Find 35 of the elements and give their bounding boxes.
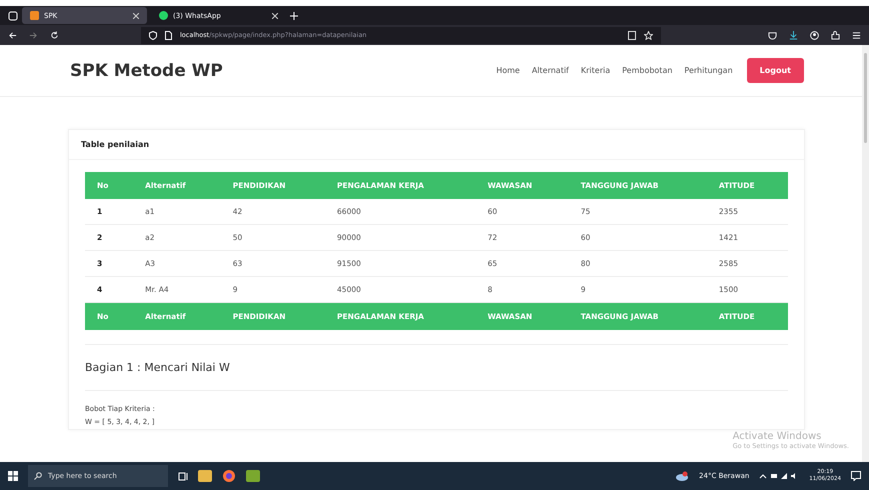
close-icon[interactable] [133, 12, 139, 18]
search-icon [34, 472, 42, 480]
card-title: Table penilaian [69, 130, 804, 160]
notification-icon[interactable] [851, 471, 861, 481]
account-icon[interactable] [810, 30, 819, 40]
task-view-icon[interactable] [178, 472, 188, 480]
forward-icon[interactable] [29, 30, 38, 40]
nav-link[interactable]: Pembobotan [622, 66, 672, 75]
download-icon[interactable] [789, 30, 798, 40]
star-icon[interactable] [644, 30, 653, 40]
logout-button[interactable]: Logout [746, 58, 804, 83]
activation-title: Activate Windows [732, 431, 822, 442]
back-icon[interactable] [8, 30, 17, 40]
browser-icon[interactable] [222, 469, 236, 483]
shield-icon [149, 30, 157, 40]
section-heading: Bagian 1 : Mencari Nilai W [85, 360, 231, 376]
menu-icon[interactable] [852, 30, 861, 40]
tab-list-icon[interactable] [8, 10, 18, 20]
nav-link[interactable]: Kriteria [580, 66, 610, 75]
scrollbar-thumb[interactable] [864, 53, 867, 143]
close-icon[interactable] [272, 12, 278, 18]
favicon-square-icon [30, 11, 39, 20]
page-icon [165, 30, 172, 40]
site-brand[interactable]: SPK Metode WP [70, 60, 484, 80]
reader-view-icon[interactable] [628, 30, 636, 40]
weather-icon [675, 471, 690, 481]
nav-link[interactable]: Perhitungan [684, 66, 733, 75]
pocket-icon[interactable] [768, 30, 777, 40]
nav-link[interactable]: Alternatif [532, 66, 569, 75]
windows-start-icon[interactable] [8, 471, 18, 481]
nav-link[interactable]: Home [496, 66, 520, 75]
new-tab-icon[interactable] [290, 12, 298, 20]
extensions-icon[interactable] [831, 30, 840, 40]
chat-bubble-icon [159, 11, 168, 20]
reload-icon[interactable] [50, 30, 59, 40]
